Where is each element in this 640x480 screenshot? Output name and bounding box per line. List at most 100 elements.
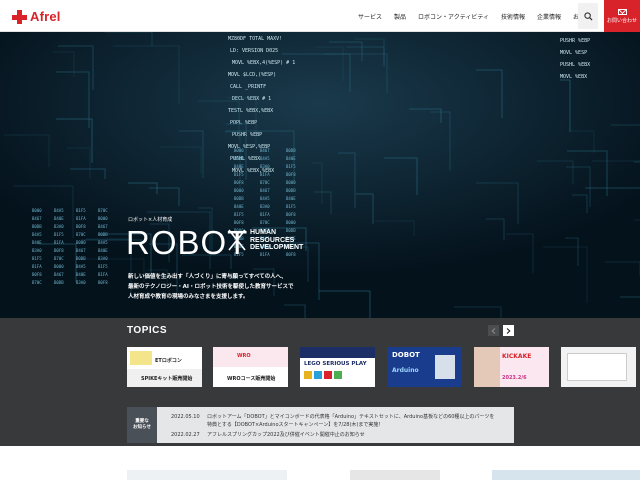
hero-hex-value: B000 <box>234 148 244 153</box>
topic-card-5-label-top: KICKAKE <box>502 353 532 360</box>
hero-code-line: MOVL %ESP <box>560 50 587 56</box>
hero-hex-value: B0F8 <box>286 252 296 257</box>
hero-hex-value: B000 <box>32 208 42 213</box>
topic-card-6[interactable] <box>561 347 636 387</box>
hero-code-line: PUSHL %EBX <box>560 62 590 68</box>
news-text: アフレルスプリングカップ2022及び併催イベント開催中止のお知らせ <box>207 432 365 438</box>
nav-item-robocon[interactable]: ロボコン・アクティビティ <box>412 12 495 21</box>
hero-hex-value: B70C <box>54 256 64 261</box>
multiply-icon <box>228 229 246 251</box>
topic-card-2-label-top: WRO <box>237 353 251 359</box>
news-text: ロボットアーム「DOBOT」とマイコンボードの代表格「Arduino」テキストセ… <box>207 414 495 420</box>
hero-hex-value: B3A0 <box>54 224 64 229</box>
topic-card-4[interactable]: DOBOT Arduino <box>387 347 462 387</box>
important-news-tag: 重要な お知らせ <box>127 407 157 443</box>
hero-hex-value: B467 <box>76 248 86 253</box>
hero-hex-value: B1FA <box>32 264 42 269</box>
hero-hex-value: B3A0 <box>76 280 86 285</box>
nav-item-products[interactable]: 製品 <box>388 12 412 21</box>
hero-hex-value: B1F5 <box>286 204 296 209</box>
hero-hex-value: B70C <box>76 232 86 237</box>
hero-hex-value: B467 <box>54 272 64 277</box>
hero-hex-value: B70C <box>260 180 270 185</box>
hero-hex-value: B40E <box>54 216 64 221</box>
topics-next-button[interactable] <box>503 325 514 336</box>
hero-hex-value: B40E <box>286 156 296 161</box>
important-news-panel: 重要な お知らせ 2022.05.10 ロボットアーム「DOBOT」とマイコンボー… <box>127 407 514 443</box>
contact-label: お問い合わせ <box>606 17 637 24</box>
topic-card-3[interactable]: LEGO SERIOUS PLAY <box>300 347 375 387</box>
hero-code-line: POPL %EBP <box>230 120 257 126</box>
logo-mark-icon <box>12 9 28 24</box>
topic-card-3-label-top: LEGO SERIOUS PLAY <box>304 361 367 367</box>
hero-desc-line-3: 人材育成や教育の現場のみなさまを支援します。 <box>128 294 249 300</box>
hero-hex-value: B1FA <box>260 172 270 177</box>
hero-hex-value: B1F5 <box>286 164 296 169</box>
hero-hex-value: B0DB <box>76 256 86 261</box>
hero-hex-value: B4A5 <box>260 156 270 161</box>
topic-card-5[interactable]: KICKAKE 2023.2/6 <box>474 347 549 387</box>
site-header: Afrel サービス 製品 ロボコン・アクティビティ 技術情報 企業情報 お知ら… <box>0 0 640 32</box>
topic-card-1[interactable]: ETロボコン SPIKEキット販売開始 <box>127 347 202 387</box>
hero-hex-value: B000 <box>286 220 296 225</box>
hero-hex-value: B4A5 <box>260 196 270 201</box>
hero-banner: MZ80DF TOTAL MAXV! LD: VERSION D025 MOVL %… <box>0 32 640 318</box>
hero-hex-value: B3A0 <box>260 204 270 209</box>
hero-code-line: CALL _PRINTF <box>230 84 266 90</box>
hero-hex-value: B40E <box>32 240 42 245</box>
news-tag-line-2: お知らせ <box>133 425 151 430</box>
hero-hex-value: B467 <box>260 148 270 153</box>
topic-card-4-label-bottom: Arduino <box>392 367 419 374</box>
hero-hex-value: B0F8 <box>286 172 296 177</box>
hero-hex-value: B000 <box>286 180 296 185</box>
hero-code-line: MOVL %EBX,4(%ESP) # 1 <box>232 60 295 66</box>
hero-hex-value: B3A0 <box>98 256 108 261</box>
logo-text: Afrel <box>30 9 61 24</box>
et-robocon-logo <box>130 351 152 365</box>
chevron-right-icon <box>506 327 511 334</box>
hero-hex-value: B3A0 <box>32 248 42 253</box>
hero-hex-value: B4A5 <box>98 240 108 245</box>
topic-card-4-label-top: DOBOT <box>392 351 420 359</box>
hero-desc-line-2: 最新のテクノロジー・AI・ロボット技術を駆使した教育サービスで <box>128 284 294 290</box>
envelope-icon <box>617 8 627 15</box>
hero-hex-value: B0F8 <box>98 280 108 285</box>
hero-hex-value: B1FA <box>54 240 64 245</box>
afrel-logo[interactable]: Afrel <box>12 9 61 24</box>
hero-hex-value: B0F8 <box>32 272 42 277</box>
topic-card-1-label-top: ETロボコン <box>155 358 182 364</box>
hero-code-line: PUSHR %EBP <box>560 38 590 44</box>
topic-card-1-label-bottom: SPIKEキット販売開始 <box>141 376 193 382</box>
hero-hex-value: B1F5 <box>76 208 86 213</box>
hero-hex-value: B1F5 <box>54 232 64 237</box>
hero-hex-value: B000 <box>76 240 86 245</box>
topic-card-2[interactable]: WRO WROコース販売開始 <box>213 347 288 387</box>
hero-hex-value: B1F5 <box>234 172 244 177</box>
hero-desc-line-1: 新しい価値を生み出す「人づくり」に寄与願ってすべての人へ、 <box>128 274 287 280</box>
main-nav: サービス 製品 ロボコン・アクティビティ 技術情報 企業情報 お知らせ <box>352 0 603 32</box>
hero-hex-value: B1FA <box>76 216 86 221</box>
hero-hex-value: B0F8 <box>54 248 64 253</box>
search-button[interactable] <box>578 3 598 29</box>
hero-hex-value: B467 <box>260 188 270 193</box>
search-icon <box>583 11 593 21</box>
news-item-2[interactable]: 2022.02.27 アフレルスプリングカップ2022及び併催イベント開催中止のお… <box>171 431 365 438</box>
hero-description: 新しい価値を生み出す「人づくり」に寄与願ってすべての人へ、 最新のテクノロジー・… <box>128 272 293 302</box>
news-date: 2022.05.10 <box>171 414 200 420</box>
hero-hex-value: B0F8 <box>234 180 244 185</box>
news-item-1-cont[interactable]: 特典とする【DOBOT×Arduinoスタートキャンペーン】を7/28(木)まで… <box>171 421 383 428</box>
news-item-1[interactable]: 2022.05.10 ロボットアーム「DOBOT」とマイコンボードの代表格「Ard… <box>171 413 494 420</box>
hero-hex-value: B0DB <box>234 156 244 161</box>
hero-hex-value: B1FA <box>98 272 108 277</box>
topics-prev-button[interactable] <box>488 325 499 336</box>
hero-hex-value: B1FA <box>260 252 270 257</box>
hero-hex-value: B70C <box>32 280 42 285</box>
hero-hex-value: B1F5 <box>98 264 108 269</box>
hero-hex-value: B1F5 <box>234 212 244 217</box>
nav-item-company[interactable]: 企業情報 <box>531 12 567 21</box>
hero-hex-value: B000 <box>54 264 64 269</box>
contact-button[interactable]: お問い合わせ <box>604 0 640 32</box>
hrd-line-2: RESOURCES <box>250 236 295 244</box>
nav-item-tech[interactable]: 技術情報 <box>495 12 531 21</box>
nav-item-services[interactable]: サービス <box>352 12 388 21</box>
